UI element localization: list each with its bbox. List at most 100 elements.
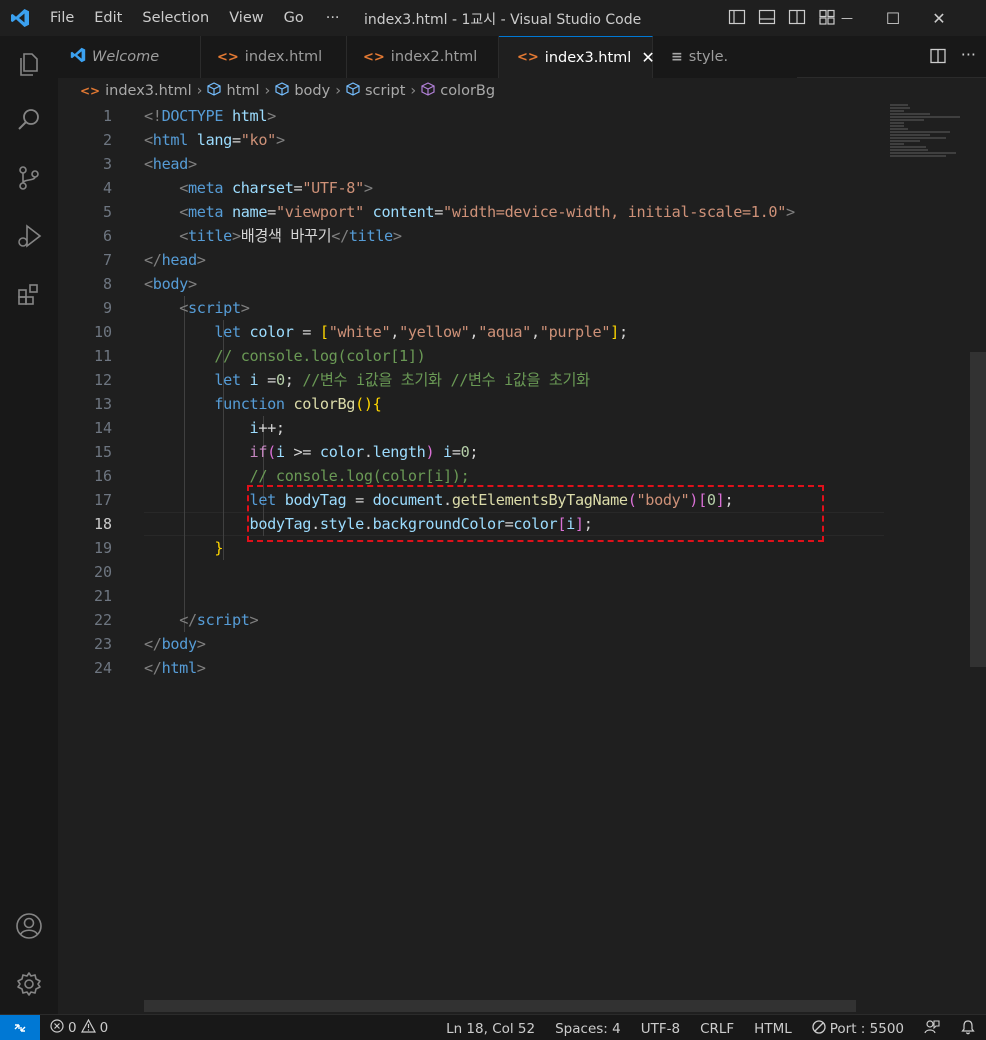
line-number-current: 18	[93, 515, 112, 533]
code-line-14: i++;	[249, 419, 286, 437]
code-editor[interactable]: 1 2 3 4 5 6 7 8 9 10 11 12 13 14 15 16 1…	[58, 104, 986, 1014]
language-mode[interactable]: HTML	[754, 1021, 792, 1037]
error-count: 0	[68, 1020, 77, 1036]
line-number: 21	[93, 587, 112, 605]
tab-label: index2.html	[390, 49, 478, 65]
live-server-port[interactable]: Port : 5500	[812, 1020, 904, 1038]
indentation[interactable]: Spaces: 4	[555, 1021, 621, 1037]
tab-style-css[interactable]: ≡ style.	[653, 36, 797, 78]
minimap[interactable]	[890, 104, 980, 164]
line-number: 8	[102, 275, 112, 293]
settings-gear-icon[interactable]	[0, 960, 58, 1008]
breadcrumb-file[interactable]: <> index3.html	[80, 83, 192, 99]
menu-view[interactable]: View	[219, 10, 273, 26]
tab-label: index3.html	[544, 49, 632, 66]
line-number-gutter: 1 2 3 4 5 6 7 8 9 10 11 12 13 14 15 16 1…	[58, 104, 138, 680]
feedback-icon[interactable]	[924, 1019, 940, 1039]
chevron-right-icon: ›	[410, 83, 417, 99]
title-bar: File Edit Selection View Go ··· index3.h…	[0, 0, 986, 36]
notifications-bell-icon[interactable]	[960, 1019, 976, 1039]
encoding[interactable]: UTF-8	[641, 1021, 680, 1037]
line-number: 7	[102, 251, 112, 269]
split-editor-icon[interactable]	[929, 47, 947, 69]
line-number: 17	[93, 491, 112, 509]
toggle-panel-icon[interactable]	[758, 8, 776, 30]
code-line-10: let color = ["white","yellow","aqua","pu…	[214, 323, 628, 341]
account-icon[interactable]	[0, 902, 58, 950]
minimize-button[interactable]: —	[824, 0, 870, 36]
breadcrumb-colorbg[interactable]: colorBg	[421, 82, 495, 100]
horizontal-scrollbar[interactable]	[144, 1000, 856, 1012]
css-icon: ≡	[671, 49, 683, 65]
line-number: 15	[93, 443, 112, 461]
end-of-line[interactable]: CRLF	[700, 1021, 734, 1037]
line-number: 20	[93, 563, 112, 581]
menu-selection[interactable]: Selection	[132, 10, 219, 26]
tab-index2-html[interactable]: <> index2.html	[347, 36, 499, 78]
source-control-icon[interactable]	[0, 154, 58, 202]
line-number: 19	[93, 539, 112, 557]
problems-indicator[interactable]: 0 0	[50, 1018, 108, 1037]
explorer-icon[interactable]	[0, 40, 58, 88]
code-line-11: // console.log(color[1])	[214, 347, 426, 365]
vscode-logo-icon[interactable]	[0, 0, 40, 36]
toggle-secondary-sidebar-icon[interactable]	[788, 8, 806, 30]
error-icon	[50, 1019, 64, 1037]
toggle-primary-sidebar-icon[interactable]	[728, 8, 746, 30]
html-icon: <>	[217, 49, 239, 65]
breadcrumb-script[interactable]: script	[346, 82, 405, 100]
close-window-button[interactable]: ✕	[916, 0, 962, 36]
code-line-23: </body>	[144, 635, 206, 653]
editor-tab-bar: Welcome <> index.html <> index2.html <> …	[58, 36, 986, 78]
window-title: index3.html - 1교시 - Visual Studio Code	[364, 12, 642, 28]
tab-label: style.	[688, 49, 729, 65]
line-number: 12	[93, 371, 112, 389]
breadcrumb-body[interactable]: body	[275, 82, 330, 100]
port-label: Port : 5500	[829, 1021, 904, 1037]
code-lines[interactable]: <!DOCTYPE html> <html lang="ko"> <head> …	[144, 104, 884, 680]
line-number: 16	[93, 467, 112, 485]
vertical-scrollbar[interactable]	[970, 352, 986, 667]
run-debug-icon[interactable]	[0, 212, 58, 260]
menu-file[interactable]: File	[40, 10, 84, 26]
maximize-button[interactable]: ☐	[870, 0, 916, 36]
search-icon[interactable]	[0, 96, 58, 144]
code-line-6: <title>배경색 바꾸기</title>	[179, 227, 402, 245]
cursor-position[interactable]: Ln 18, Col 52	[446, 1021, 535, 1037]
function-cube-icon	[421, 82, 435, 100]
line-number: 11	[93, 347, 112, 365]
code-line-3: <head>	[144, 155, 197, 173]
line-number: 24	[93, 659, 112, 677]
line-number: 23	[93, 635, 112, 653]
line-number: 10	[93, 323, 112, 341]
tab-index-html[interactable]: <> index.html	[201, 36, 347, 78]
breadcrumb-label: script	[365, 83, 406, 99]
html-icon: <>	[517, 50, 539, 65]
menu-go[interactable]: Go	[274, 10, 314, 26]
breadcrumb-label: colorBg	[440, 83, 496, 99]
more-menu-icon[interactable]: ···	[314, 10, 352, 26]
tab-index3-html[interactable]: <> index3.html ✕	[499, 36, 655, 78]
breadcrumb-label: html	[226, 83, 260, 99]
menu-edit[interactable]: Edit	[84, 10, 132, 26]
line-number: 3	[102, 155, 112, 173]
breadcrumb-label: index3.html	[105, 83, 192, 99]
code-line-1: <!DOCTYPE html>	[144, 107, 276, 125]
more-actions-icon[interactable]: ···	[961, 47, 976, 69]
tab-label: index.html	[244, 49, 323, 65]
extensions-icon[interactable]	[0, 270, 58, 318]
breadcrumb-html[interactable]: html	[207, 82, 260, 100]
tab-welcome[interactable]: Welcome	[58, 36, 201, 78]
code-line-24: </html>	[144, 659, 206, 677]
code-line-8: <body>	[144, 275, 197, 293]
vscode-logo-icon	[70, 47, 86, 67]
code-line-15: if(i >= color.length) i=0;	[249, 443, 479, 461]
line-number: 9	[102, 299, 112, 317]
code-line-22: </script>	[179, 611, 259, 629]
remote-indicator[interactable]	[0, 1015, 40, 1040]
code-line-9: <script>	[179, 299, 250, 317]
code-line-13: function colorBg(){	[214, 395, 382, 413]
line-number: 1	[102, 107, 112, 125]
element-cube-icon	[207, 82, 222, 100]
